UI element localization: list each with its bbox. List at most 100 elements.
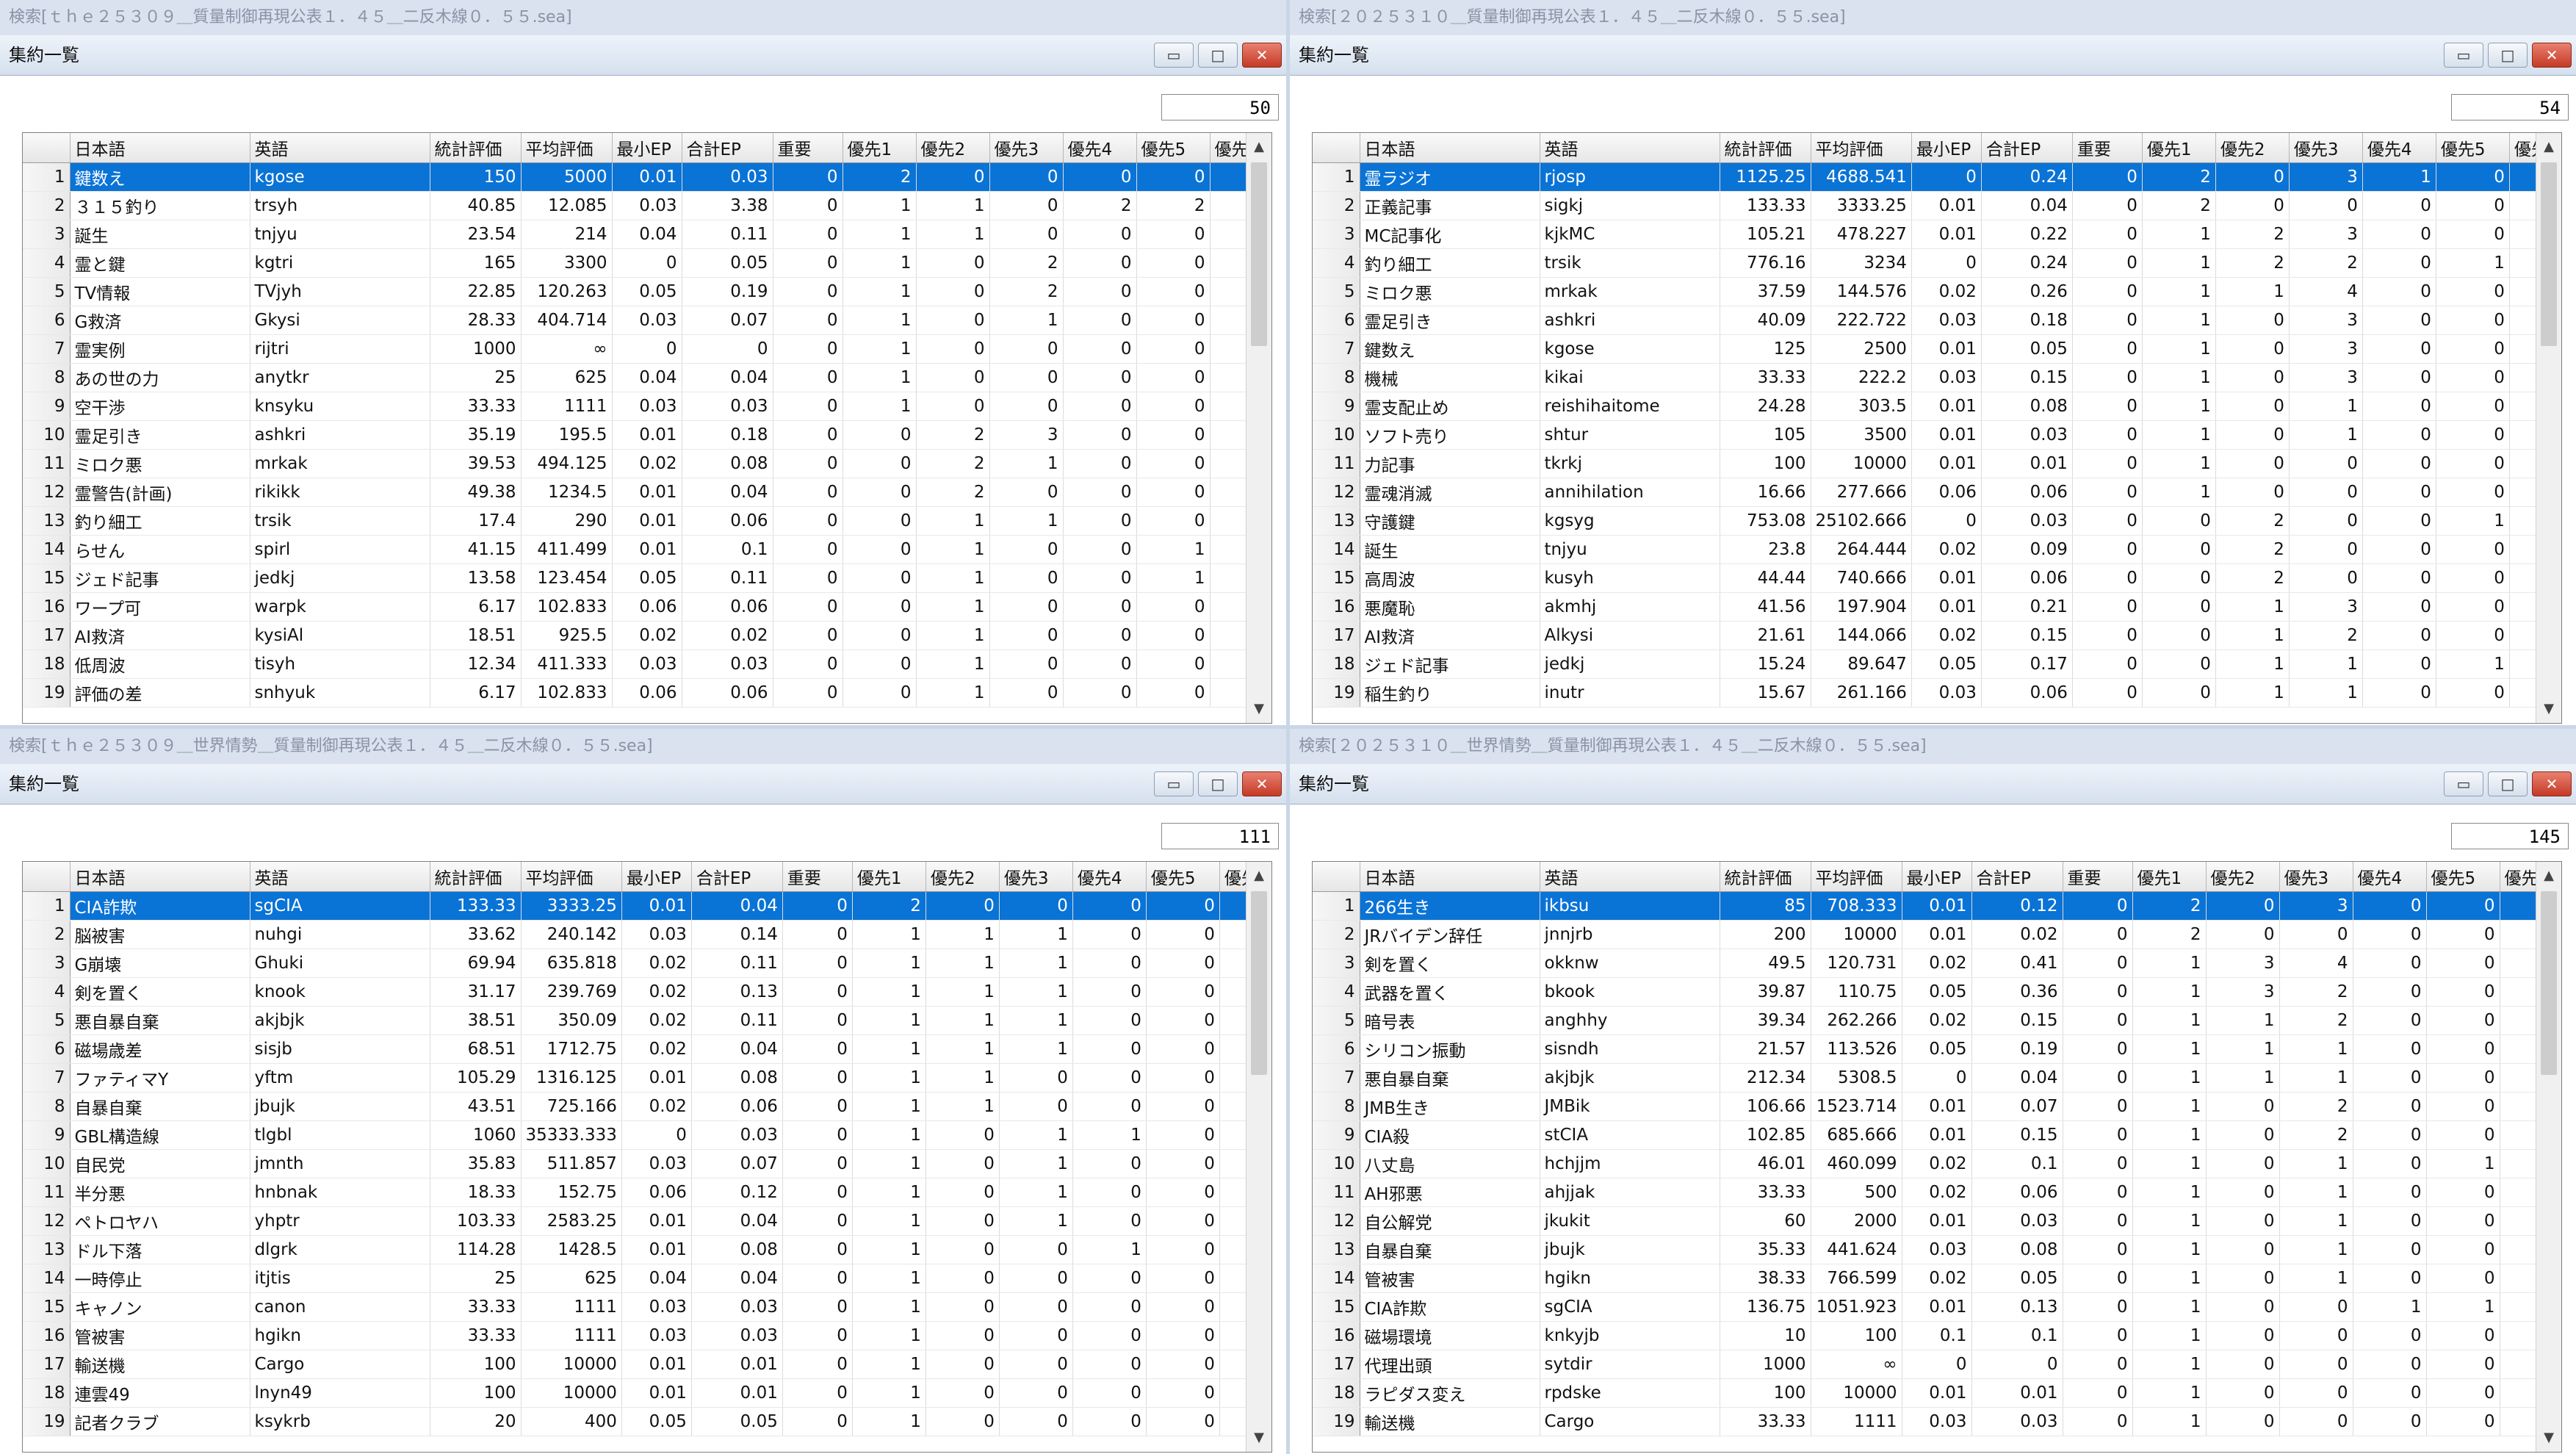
column-header[interactable]: 平均評価 — [1811, 133, 1912, 163]
column-header[interactable]: 優先3 — [999, 862, 1073, 892]
table-row[interactable]: 19 記者クラブ ksykrb 20 400 0.05 0.05 0 1 0 0 0 0 — [23, 1407, 1267, 1436]
column-header[interactable]: 最小EP — [1911, 133, 1982, 163]
column-header[interactable]: 合計EP — [682, 133, 773, 163]
table-row[interactable]: 8 機械 kikai 33.33 222.2 0.03 0.15 0 1 0 3 0 0 — [1313, 363, 2557, 392]
table-row[interactable]: 2 ３１５釣り trsyh 40.85 12.085 0.03 3.38 0 1 1 0 2 2 — [23, 191, 1258, 220]
column-header[interactable]: 優先3 — [989, 133, 1064, 163]
table-row[interactable]: 17 AI救済 kysiAl 18.51 925.5 0.02 0.02 0 0 1 0 0 0 — [23, 621, 1258, 650]
table-row[interactable]: 13 守護鍵 kgsyg 753.08 25102.666 0 0.03 0 0 2 0 0 1 — [1313, 506, 2557, 536]
column-header[interactable]: 優先2 — [2206, 862, 2280, 892]
table-row[interactable]: 15 キャノン canon 33.33 1111 0.03 0.03 0 1 0 0 0 0 — [23, 1292, 1267, 1322]
table-row[interactable]: 5 暗号表 anghhy 39.34 262.266 0.02 0.15 0 1 1 2 0 0 — [1313, 1006, 2547, 1035]
column-header[interactable]: 統計評価 — [1720, 133, 1811, 163]
column-header[interactable]: 優先2 — [926, 862, 1000, 892]
table-row[interactable]: 1 鍵数え kgose 150 5000 0.01 0.03 0 2 0 0 0 0 — [23, 162, 1258, 192]
vertical-scrollbar[interactable]: ▲ ▼ — [2536, 862, 2561, 1452]
table-row[interactable]: 13 自暴自棄 jbujk 35.33 441.624 0.03 0.08 0 1 0 1 0 0 — [1313, 1235, 2547, 1264]
minimize-button[interactable]: ▭ — [1154, 43, 1194, 68]
table-row[interactable]: 2 JRバイデン辞任 jnnjrb 200 10000 0.01 0.02 0 2 0 0 0 0 — [1313, 920, 2547, 949]
table-row[interactable]: 19 輸送機 Cargo 33.33 1111 0.03 0.03 0 1 0 0 0 0 — [1313, 1407, 2547, 1436]
scroll-thumb[interactable] — [1251, 891, 1267, 1075]
table-row[interactable]: 19 稲生釣り inutr 15.67 261.166 0.03 0.06 0 0 1 1 0 0 — [1313, 678, 2557, 708]
column-header[interactable]: 優先3 — [2279, 862, 2353, 892]
vertical-scrollbar[interactable]: ▲ ▼ — [2536, 133, 2561, 723]
table-row[interactable]: 6 霊足引き ashkri 40.09 222.722 0.03 0.18 0 1 0 3 0 0 — [1313, 306, 2557, 335]
column-header[interactable]: 優先1 — [2142, 133, 2216, 163]
table-row[interactable]: 5 TV情報 TVjyh 22.85 120.263 0.05 0.19 0 1 0 2 0 0 — [23, 277, 1258, 306]
summary-grid[interactable]: 日本語 英語 統計評価 平均評価 最小EP 合計EP 重要 優先1 優先2 優先3 優先4 優先5 優先… — [1312, 132, 2562, 724]
record-count-field[interactable]: 145 — [2451, 823, 2569, 849]
table-row[interactable]: 4 霊と鍵 kgtri 165 3300 0 0.05 0 1 0 2 0 0 — [23, 248, 1258, 278]
scroll-down-icon[interactable]: ▼ — [2536, 1425, 2561, 1450]
column-header[interactable]: 優先5 — [2426, 862, 2500, 892]
column-header[interactable]: 最小EP — [1902, 862, 1972, 892]
scroll-down-icon[interactable]: ▼ — [2536, 697, 2561, 721]
table-row[interactable]: 6 シリコン振動 sisndh 21.57 113.526 0.05 0.19 0 1 1 1 0 0 — [1313, 1034, 2547, 1064]
close-button[interactable]: ✕ — [1242, 771, 1282, 796]
table-row[interactable]: 11 力記事 tkrkj 100 10000 0.01 0.01 0 1 0 0 0 0 — [1313, 449, 2557, 478]
close-button[interactable]: ✕ — [2532, 771, 2572, 796]
table-row[interactable]: 10 八丈島 hchjjm 46.01 460.099 0.02 0.1 0 1 0 1 0 1 — [1313, 1149, 2547, 1178]
table-row[interactable]: 17 輸送機 Cargo 100 10000 0.01 0.01 0 1 0 0 0 0 — [23, 1350, 1267, 1379]
table-row[interactable]: 12 霊魂消滅 annihilation 16.66 277.666 0.06 0.06 0 1… — [1313, 478, 2557, 507]
table-row[interactable]: 11 半分悪 hnbnak 18.33 152.75 0.06 0.12 0 1 0 1 0 0 — [23, 1178, 1267, 1207]
column-header[interactable]: 最小EP — [612, 133, 682, 163]
table-row[interactable]: 17 AI救済 Alkysi 21.61 144.066 0.02 0.15 0 0 1 2 0 0 — [1313, 621, 2557, 650]
table-row[interactable]: 19 評価の差 snhyuk 6.17 102.833 0.06 0.06 0 0 1 0 0 0 — [23, 678, 1258, 708]
table-row[interactable]: 18 連雲49 lnyn49 100 10000 0.01 0.01 0 1 0 0 0 0 — [23, 1378, 1267, 1408]
column-header[interactable]: 英語 — [1540, 133, 1720, 163]
column-header[interactable]: 優先1 — [843, 133, 917, 163]
scroll-thumb[interactable] — [2541, 891, 2557, 1075]
column-header[interactable]: 合計EP — [1981, 133, 2073, 163]
column-header[interactable]: 優先5 — [2436, 133, 2510, 163]
table-row[interactable]: 7 霊実例 rijtri 1000 ∞ 0 0 0 1 0 0 0 0 — [23, 334, 1258, 364]
column-header[interactable]: 平均評価 — [521, 133, 613, 163]
vertical-scrollbar[interactable]: ▲ ▼ — [1246, 133, 1271, 723]
column-header[interactable]: 優先5 — [1136, 133, 1211, 163]
minimize-button[interactable]: ▭ — [2444, 771, 2483, 796]
table-row[interactable]: 16 悪魔恥 akmhj 41.56 197.904 0.01 0.21 0 0 1 3 0 0 — [1313, 592, 2557, 622]
table-row[interactable]: 3 剣を置く okknw 49.5 120.731 0.02 0.41 0 1 3 4 0 0 — [1313, 949, 2547, 978]
column-header[interactable]: 合計EP — [1971, 862, 2063, 892]
column-header[interactable]: 重要 — [2072, 133, 2143, 163]
maximize-button[interactable]: □ — [2488, 43, 2528, 68]
table-row[interactable]: 9 空干渉 knsyku 33.33 1111 0.03 0.03 0 1 0 0 0 0 — [23, 392, 1258, 421]
column-header[interactable]: 平均評価 — [1811, 862, 1902, 892]
scroll-up-icon[interactable]: ▲ — [1246, 134, 1271, 159]
record-count-field[interactable]: 50 — [1161, 94, 1279, 120]
table-row[interactable]: 13 ドル下落 dlgrk 114.28 1428.5 0.01 0.08 0 1 0 0 1 0 — [23, 1235, 1267, 1264]
table-row[interactable]: 12 自公解党 jkukit 60 2000 0.01 0.03 0 1 0 1 0 0 — [1313, 1206, 2547, 1236]
minimize-button[interactable]: ▭ — [1154, 771, 1194, 796]
column-header[interactable]: 合計EP — [691, 862, 783, 892]
summary-grid[interactable]: 日本語 英語 統計評価 平均評価 最小EP 合計EP 重要 優先1 優先2 優先3 優先4 優先5 優先… — [1312, 861, 2562, 1453]
table-row[interactable]: 1 266生き ikbsu 85 708.333 0.01 0.12 0 2 0 3 0 0 — [1313, 891, 2547, 921]
table-row[interactable]: 10 自民党 jmnth 35.83 511.857 0.03 0.07 0 1 0 1 0 0 — [23, 1149, 1267, 1178]
column-header[interactable]: 優先1 — [852, 862, 926, 892]
table-row[interactable]: 3 MC記事化 kjkMC 105.21 478.227 0.01 0.22 0 1 2 3 0 0 — [1313, 220, 2557, 249]
table-row[interactable]: 12 霊警告(計画) rikikk 49.38 1234.5 0.01 0.04 0 0 2 0 0 0 — [23, 478, 1258, 507]
table-row[interactable]: 9 GBL構造線 tlgbl 1060 35333.333 0 0.03 0 1 0 1 1 0 — [23, 1120, 1267, 1150]
column-header[interactable]: 重要 — [2063, 862, 2133, 892]
column-header[interactable]: 優先2 — [916, 133, 990, 163]
table-row[interactable]: 14 らせん spirl 41.15 411.499 0.01 0.1 0 0 1 0 0 1 — [23, 535, 1258, 564]
column-header[interactable]: 英語 — [1540, 862, 1720, 892]
column-header[interactable]: 重要 — [773, 133, 843, 163]
table-row[interactable]: 3 誕生 tnjyu 23.54 214 0.04 0.11 0 1 1 0 0 0 — [23, 220, 1258, 249]
table-row[interactable]: 7 ファティマY yftm 105.29 1316.125 0.01 0.08 0 1 1 0 0 0 — [23, 1063, 1267, 1093]
minimize-button[interactable]: ▭ — [2444, 43, 2483, 68]
column-header[interactable]: 日本語 — [70, 133, 250, 163]
close-button[interactable]: ✕ — [2532, 43, 2572, 68]
scroll-up-icon[interactable]: ▲ — [1246, 863, 1271, 888]
table-row[interactable]: 14 管被害 hgikn 38.33 766.599 0.02 0.05 0 1 0 1 0 0 — [1313, 1264, 2547, 1293]
column-header[interactable]: 優先1 — [2132, 862, 2207, 892]
table-row[interactable]: 9 霊支配止め reishihaitome 24.28 303.5 0.01 0.08 0 1 0… — [1313, 392, 2557, 421]
table-row[interactable]: 10 ソフト売り shtur 105 3500 0.01 0.03 0 1 0 1 0 0 — [1313, 420, 2557, 450]
table-row[interactable]: 2 正義記事 sigkj 133.33 3333.25 0.01 0.04 0 2 0 0 0 0 — [1313, 191, 2557, 220]
table-row[interactable]: 12 ペトロヤハ yhptr 103.33 2583.25 0.01 0.04 0 1 0 1 0 0 — [23, 1206, 1267, 1236]
table-row[interactable]: 16 磁場環境 knkyjb 10 100 0.1 0.1 0 1 0 0 0 0 — [1313, 1321, 2547, 1350]
summary-grid[interactable]: 日本語 英語 統計評価 平均評価 最小EP 合計EP 重要 優先1 優先2 優先3 優先4 優先5 優先… — [22, 132, 1272, 724]
table-row[interactable]: 18 ジェド記事 jedkj 15.24 89.647 0.05 0.17 0 0 1 1 0 1 — [1313, 649, 2557, 679]
table-row[interactable]: 17 代理出頭 sytdir 1000 ∞ 0 0 0 1 0 0 0 0 — [1313, 1350, 2547, 1379]
column-header[interactable]: 英語 — [250, 133, 430, 163]
table-row[interactable]: 14 誕生 tnjyu 23.8 264.444 0.02 0.09 0 0 2 0 0 0 — [1313, 535, 2557, 564]
